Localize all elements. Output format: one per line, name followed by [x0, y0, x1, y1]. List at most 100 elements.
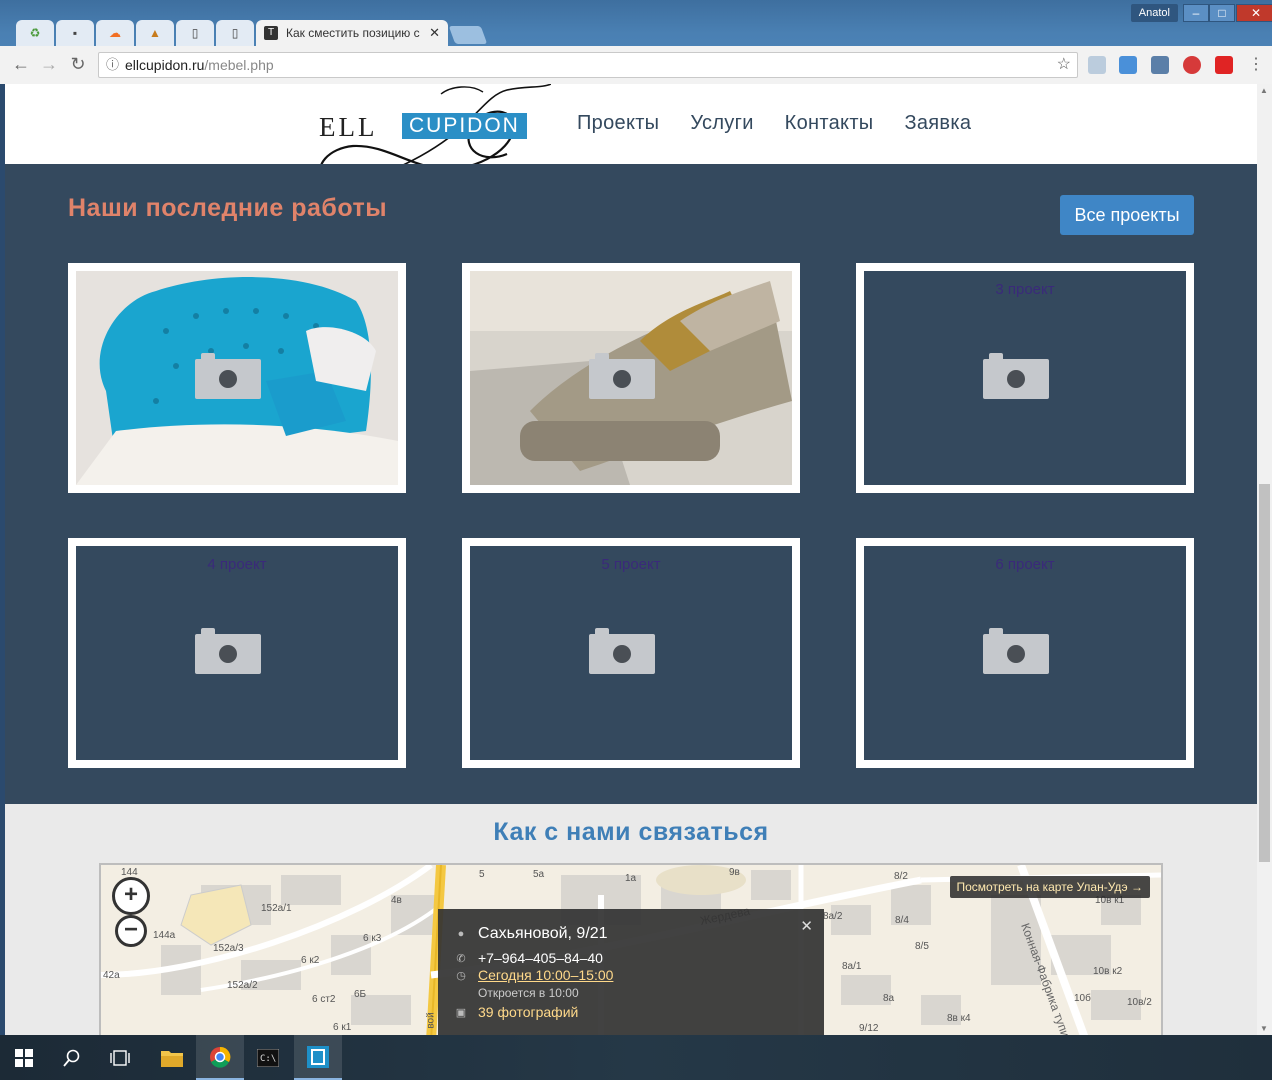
scroll-down-arrow-icon[interactable]: ▼ — [1260, 1024, 1268, 1033]
menu-dots-icon[interactable]: ⋮ — [1245, 54, 1267, 74]
tab-pinned-3[interactable]: ☁ — [96, 20, 134, 46]
svg-text:C:\: C:\ — [260, 1054, 276, 1064]
nav-link-services[interactable]: Услуги — [690, 112, 753, 135]
project-card-1[interactable] — [68, 263, 406, 493]
close-tab-icon[interactable]: ✕ — [429, 25, 440, 41]
balloon-close-icon[interactable]: ✕ — [800, 917, 813, 935]
bookmark-star-icon[interactable]: ☆ — [1057, 53, 1071, 77]
map-label: 4в — [391, 895, 402, 906]
camera-icon: ▣ — [455, 1006, 467, 1019]
map-label: 1а — [625, 873, 637, 884]
taskbar-chrome[interactable] — [196, 1035, 244, 1080]
yandex-map[interactable]: Жердева Конная-Фабрика тупик 144 144а 15… — [99, 863, 1163, 1035]
windows-logo-icon — [15, 1048, 33, 1067]
tab-pinned-1[interactable]: ♻ — [16, 20, 54, 46]
nav-link-projects[interactable]: Проекты — [577, 112, 659, 135]
project-card-4[interactable]: 4 проект — [68, 538, 406, 768]
project-card-2[interactable] — [462, 263, 800, 493]
nav-link-request[interactable]: Заявка — [904, 112, 971, 135]
stackoverflow-favicon-icon: T — [264, 26, 278, 40]
folder-icon — [161, 1050, 183, 1067]
chat-icon: ▪ — [72, 26, 78, 40]
project-card-6[interactable]: 6 проект — [856, 538, 1194, 768]
scroll-up-arrow-icon[interactable]: ▲ — [1260, 86, 1268, 95]
taskbar-file-explorer[interactable] — [148, 1035, 196, 1080]
tab-title: Как сместить позицию с — [286, 26, 420, 40]
start-button[interactable] — [0, 1035, 48, 1080]
map-label: 8в к4 — [947, 1013, 971, 1024]
extension-youtube-icon[interactable] — [1215, 56, 1233, 74]
new-tab-button[interactable] — [448, 26, 488, 44]
taskbar-editor[interactable] — [294, 1035, 342, 1080]
camera-icon — [983, 353, 1049, 399]
open-in-maps-link[interactable]: Посмотреть на карте Улан-Удэ → — [949, 876, 1150, 898]
logo-text-ell: ELL — [319, 112, 378, 142]
search-button[interactable] — [48, 1035, 96, 1080]
tab-pinned-2[interactable]: ▪ — [56, 20, 94, 46]
map-label: вой — [425, 1012, 437, 1029]
map-zoom-in-button[interactable]: + — [112, 877, 150, 915]
camera-icon — [195, 628, 261, 674]
contact-section-title: Как с нами связаться — [493, 818, 769, 846]
tab-active[interactable]: T Как сместить позицию с ✕ — [256, 20, 448, 46]
extension-mail-icon[interactable] — [1151, 56, 1169, 74]
map-label: 10б — [1074, 993, 1091, 1004]
site-icon: ▲ — [149, 26, 161, 40]
balloon-phone[interactable]: +7–964–405–84–40 — [478, 950, 603, 966]
map-label: 6 ст2 — [312, 994, 336, 1005]
balloon-photos-link[interactable]: 39 фотографий — [478, 1004, 578, 1020]
page-viewport: ELL CUPIDON Проекты Услуги Контакты Заяв… — [5, 84, 1257, 1035]
url-domain: ellcupidon.ru — [125, 57, 205, 73]
document-icon: ▯ — [191, 26, 199, 40]
task-view-button[interactable] — [96, 1035, 144, 1080]
chrome-icon — [210, 1046, 231, 1068]
project-card-5[interactable]: 5 проект — [462, 538, 800, 768]
map-label: 8а/1 — [842, 961, 862, 972]
tab-pinned-4[interactable]: ▲ — [136, 20, 174, 46]
project-caption: 3 проект — [995, 281, 1055, 298]
scrollbar-thumb[interactable] — [1259, 484, 1270, 862]
map-label: 8а/2 — [823, 911, 843, 922]
map-label: 144а — [153, 930, 176, 941]
map-label: 10в/2 — [1127, 997, 1152, 1008]
camera-icon — [195, 353, 261, 399]
all-projects-button[interactable]: Все проекты — [1060, 195, 1194, 235]
address-bar[interactable]: ⓘ ellcupidon.ru/mebel.php ☆ — [98, 52, 1078, 78]
project-card-3[interactable]: 3 проект — [856, 263, 1194, 493]
url-path: /mebel.php — [204, 57, 274, 73]
tab-pinned-6[interactable]: ▯ — [216, 20, 254, 46]
tab-pinned-5[interactable]: ▯ — [176, 20, 214, 46]
page-scrollbar[interactable]: ▲ ▼ — [1257, 84, 1272, 1035]
camera-icon — [983, 628, 1049, 674]
extension-globe-icon[interactable] — [1088, 56, 1106, 74]
taskbar-terminal[interactable]: C:\ — [244, 1035, 292, 1080]
extension-translate-icon[interactable] — [1119, 56, 1137, 74]
windows-taskbar: C:\ — [0, 1035, 1272, 1080]
section-title: Наши последние работы — [68, 194, 388, 222]
info-icon[interactable]: ⓘ — [106, 53, 119, 77]
map-label: 152а/3 — [213, 943, 244, 954]
extension-adblock-icon[interactable] — [1183, 56, 1201, 74]
back-arrow-icon[interactable]: ← — [10, 54, 32, 75]
map-zoom-out-button[interactable]: − — [115, 915, 147, 947]
map-label: 8/2 — [894, 871, 908, 882]
map-label: 5а — [533, 869, 545, 880]
clock-icon: ◷ — [456, 969, 466, 982]
project-caption: 5 проект — [601, 556, 661, 573]
map-label: 10в к2 — [1093, 966, 1123, 977]
camera-icon — [589, 628, 655, 674]
nav-link-contacts[interactable]: Контакты — [785, 112, 874, 135]
browser-window-frame: Anatol – □ ✕ ♻ ▪ ☁ ▲ ▯ ▯ T Как сместить … — [0, 0, 1272, 84]
map-info-balloon: ✕ ● Сахьяновой, 9/21 ✆ +7–964–405–84–40 … — [438, 909, 824, 1035]
map-label: 8/5 — [915, 941, 929, 952]
forward-arrow-icon[interactable]: → — [38, 54, 60, 75]
browser-toolbar: ← → ↻ ⓘ ellcupidon.ru/mebel.php ☆ ⋮ — [0, 46, 1272, 84]
reload-icon[interactable]: ↻ — [67, 54, 89, 75]
map-label: 9в — [729, 867, 740, 878]
map-label: 8/4 — [895, 915, 909, 926]
task-view-icon — [110, 1049, 130, 1066]
map-label: 6 к1 — [333, 1022, 352, 1033]
map-label: 42а — [103, 970, 120, 981]
map-label: 6Б — [354, 989, 367, 1000]
balloon-hours[interactable]: Сегодня 10:00–15:00 — [478, 967, 613, 983]
